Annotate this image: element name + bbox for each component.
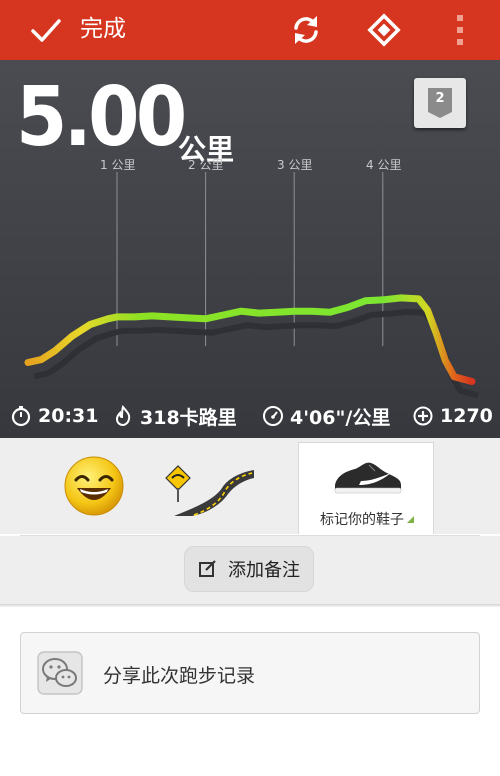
fuel-plus-icon (413, 406, 433, 426)
add-note-button[interactable]: 添加备注 (184, 546, 314, 592)
check-icon[interactable] (30, 14, 62, 46)
km-marker-4: 4 公里 (366, 158, 402, 172)
distance-value: 5.00 (16, 70, 187, 165)
duration-value: 20:31 (38, 405, 99, 427)
stopwatch-icon (11, 406, 31, 427)
running-shoe-icon (334, 462, 402, 494)
speedometer-icon (263, 406, 283, 426)
flame-icon (115, 405, 131, 427)
km-marker-3: 3 公里 (277, 158, 313, 172)
more-icon[interactable] (448, 12, 472, 48)
pace-value: 4'06"/公里 (290, 406, 391, 429)
share-run-button[interactable]: 分享此次跑步记录 (20, 632, 480, 714)
fuel-value: 1270 (440, 405, 493, 427)
stat-duration: 20:31 (10, 398, 98, 434)
done-button[interactable]: 完成 (80, 13, 126, 45)
badge-number: 2 (435, 91, 445, 106)
dropdown-caret-icon (407, 516, 414, 523)
road-terrain-icon[interactable] (164, 458, 256, 518)
stat-pace: 4'06"/公里 (262, 398, 390, 434)
run-summary-panel: 5.00 公里 2 1 公里 2 公里 3 公里 4 公里 20:31 318卡… (0, 60, 500, 438)
share-run-label: 分享此次跑步记录 (103, 665, 256, 687)
section-shadow (0, 604, 500, 607)
wechat-icon (37, 651, 83, 695)
shoe-tag-card[interactable]: 标记你的鞋子 (298, 442, 434, 534)
top-bar: 完成 (0, 0, 500, 60)
edit-note-icon (199, 560, 216, 577)
smiley-face-icon[interactable] (62, 454, 126, 518)
note-area: 添加备注 (0, 536, 500, 604)
run-stats-row: 20:31 318卡路里 4'06"/公里 1270 (0, 398, 500, 434)
stat-calories: 318卡路里 (112, 398, 237, 434)
km-marker-1: 1 公里 (100, 158, 136, 172)
calories-value: 318卡路里 (140, 406, 237, 429)
sync-icon[interactable] (288, 12, 324, 48)
diamond-icon[interactable] (366, 12, 402, 48)
shoe-tag-label: 标记你的鞋子 (299, 509, 435, 529)
km-marker-2: 2 公里 (188, 158, 224, 172)
gear-row: 标记你的鞋子 (0, 438, 500, 534)
stat-fuel: 1270 (412, 398, 493, 434)
run-count-badge[interactable]: 2 (414, 78, 466, 128)
add-note-label: 添加备注 (228, 560, 300, 581)
